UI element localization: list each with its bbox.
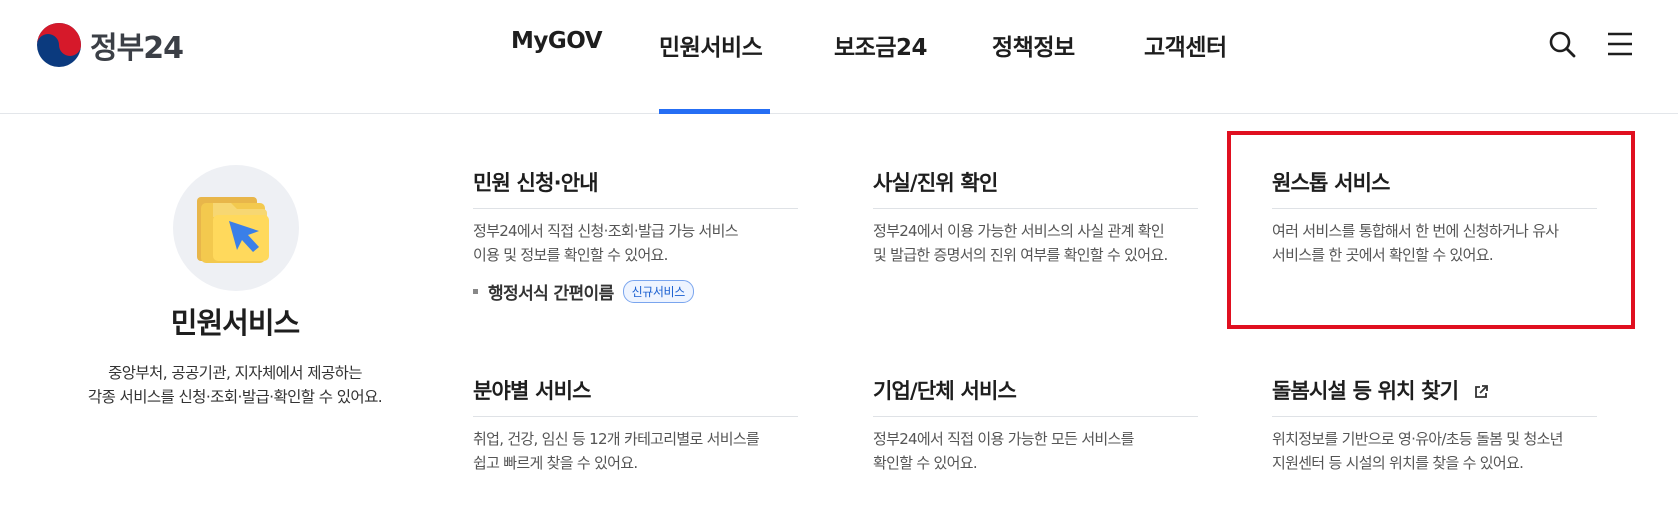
- highlight-box: [1227, 131, 1635, 329]
- card-description: 정부24에서 이용 가능한 서비스의 사실 관계 확인 및 발급한 증명서의 진…: [873, 219, 1198, 267]
- nav-item-customer-center[interactable]: 고객센터: [1144, 28, 1227, 62]
- card-title-category-service[interactable]: 분야별 서비스: [473, 375, 798, 417]
- card-fact-verification: 사실/진위 확인 정부24에서 이용 가능한 서비스의 사실 관계 확인 및 발…: [873, 167, 1198, 267]
- card-description: 위치정보를 기반으로 영·유아/초등 돌봄 및 청소년 지원센터 등 시설의 위…: [1272, 427, 1597, 475]
- active-nav-indicator: [659, 109, 770, 114]
- card-care-facility-finder: 돌봄시설 등 위치 찾기 위치정보를 기반으로 영·유아/초등 돌봄 및 청소년…: [1272, 375, 1597, 475]
- card-description: 정부24에서 직접 신청·조회·발급 가능 서비스 이용 및 정보를 확인할 수…: [473, 219, 798, 267]
- nav-item-subsidy24[interactable]: 보조금24: [834, 28, 928, 62]
- card-civil-application: 민원 신청·안내 정부24에서 직접 신청·조회·발급 가능 서비스 이용 및 …: [473, 167, 798, 304]
- card-description: 취업, 건강, 임신 등 12개 카테고리별로 서비스를 쉽고 빠르게 찾을 수…: [473, 427, 798, 475]
- card-title-business-service[interactable]: 기업/단체 서비스: [873, 375, 1198, 417]
- card-title-civil-application[interactable]: 민원 신청·안내: [473, 167, 798, 209]
- card-title-care-facility-label: 돌봄시설 등 위치 찾기: [1272, 379, 1459, 403]
- admin-form-link-label: 행정서식 간편이름: [488, 284, 614, 304]
- intro-description: 중앙부처, 공공기관, 지자체에서 제공하는 각종 서비스를 신청·조회·발급·…: [0, 361, 470, 409]
- nav-item-policy-info[interactable]: 정책정보: [992, 28, 1075, 62]
- card-description: 정부24에서 직접 이용 가능한 모든 서비스를 확인할 수 있어요.: [873, 427, 1198, 475]
- admin-form-link[interactable]: 행정서식 간편이름 신규서비스: [473, 279, 798, 304]
- intro-illustration: [173, 165, 299, 291]
- card-desc-line2: 및 발급한 증명서의 진위 여부를 확인할 수 있어요.: [873, 246, 1168, 264]
- card-title-care-facility-finder[interactable]: 돌봄시설 등 위치 찾기: [1272, 375, 1597, 417]
- card-desc-line2: 이용 및 정보를 확인할 수 있어요.: [473, 246, 668, 264]
- card-desc-line2: 지원센터 등 시설의 위치를 찾을 수 있어요.: [1272, 454, 1524, 472]
- folder-arrow-icon: [197, 197, 269, 263]
- logo[interactable]: 정부24: [36, 22, 184, 68]
- logo-text: 정부24: [90, 31, 184, 66]
- site-header: 정부24 MyGOV 민원서비스 보조금24 정책정보 고객센터: [0, 0, 1678, 114]
- card-desc-line1: 취업, 건강, 임신 등 12개 카테고리별로 서비스를: [473, 430, 760, 448]
- nav-item-mygov[interactable]: MyGOV: [511, 28, 603, 54]
- card-desc-line2: 쉽고 빠르게 찾을 수 있어요.: [473, 454, 638, 472]
- nav-item-civil-service[interactable]: 민원서비스: [659, 28, 763, 62]
- card-title-fact-verification[interactable]: 사실/진위 확인: [873, 167, 1198, 209]
- intro-title: 민원서비스: [170, 306, 300, 340]
- external-link-icon: [1474, 385, 1488, 398]
- taegeuk-logo-icon: [37, 23, 81, 67]
- card-business-service: 기업/단체 서비스 정부24에서 직접 이용 가능한 모든 서비스를 확인할 수…: [873, 375, 1198, 475]
- card-desc-line1: 위치정보를 기반으로 영·유아/초등 돌봄 및 청소년: [1272, 430, 1563, 448]
- intro-desc-line2: 각종 서비스를 신청·조회·발급·확인할 수 있어요.: [87, 388, 383, 406]
- card-desc-line1: 정부24에서 직접 이용 가능한 모든 서비스를: [873, 430, 1134, 448]
- card-category-service: 분야별 서비스 취업, 건강, 임신 등 12개 카테고리별로 서비스를 쉽고 …: [473, 375, 798, 475]
- intro-desc-line1: 중앙부처, 공공기관, 지자체에서 제공하는: [108, 364, 362, 382]
- card-desc-line1: 정부24에서 이용 가능한 서비스의 사실 관계 확인: [873, 222, 1165, 240]
- search-icon[interactable]: [1548, 30, 1576, 58]
- card-desc-line1: 정부24에서 직접 신청·조회·발급 가능 서비스: [473, 222, 739, 240]
- bullet-icon: [473, 289, 478, 294]
- menu-icon[interactable]: [1606, 30, 1634, 58]
- new-service-badge: 신규서비스: [622, 280, 694, 303]
- card-desc-line2: 확인할 수 있어요.: [873, 454, 978, 472]
